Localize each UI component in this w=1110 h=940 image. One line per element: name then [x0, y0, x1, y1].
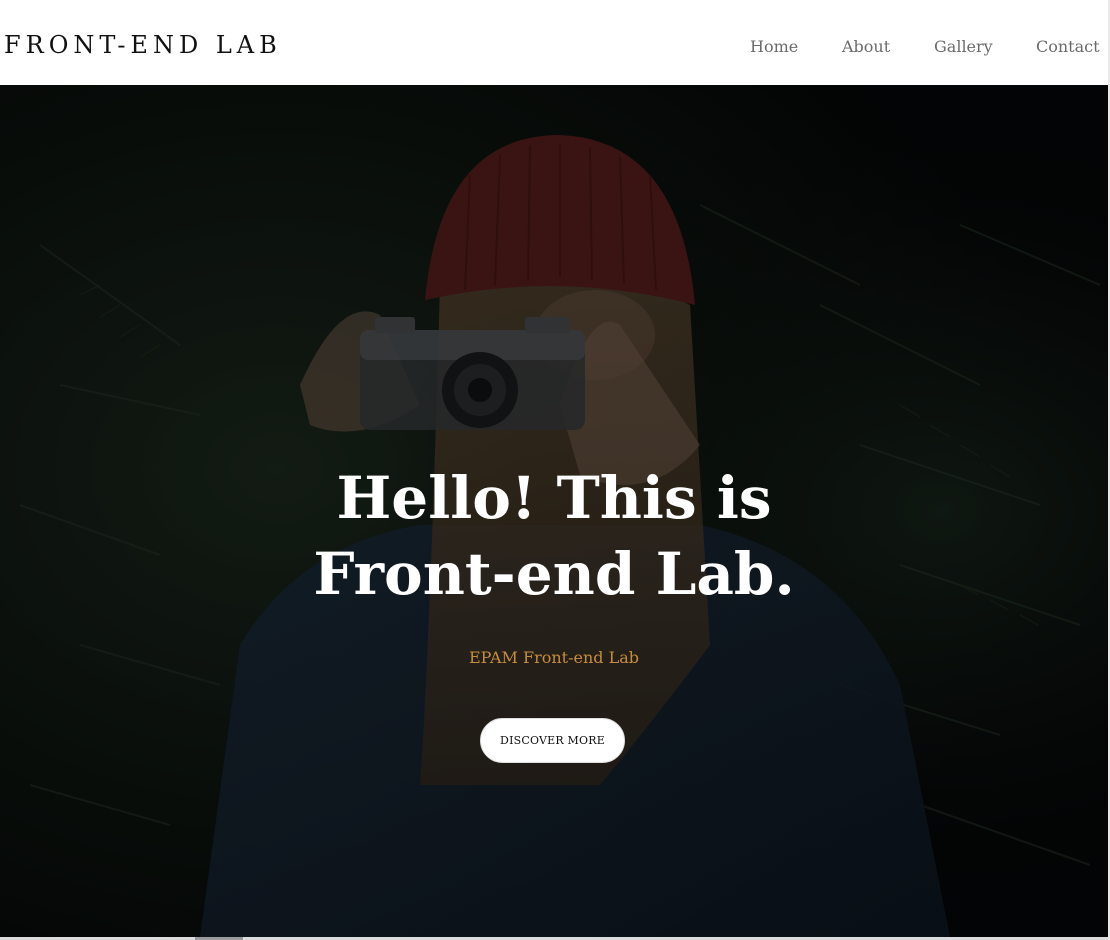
site-logo[interactable]: FRONT-END LAB: [4, 30, 282, 60]
discover-more-button[interactable]: DISCOVER MORE: [480, 718, 625, 763]
nav-about-link[interactable]: About: [842, 34, 890, 60]
hero-subtitle: EPAM Front-end Lab: [468, 648, 640, 667]
hero-title-line-1: Hello! This is: [336, 464, 772, 532]
hero-title: Hello! This is Front-end Lab.: [0, 460, 1108, 612]
page: FRONT-END LAB Home About Gallery Contact: [0, 0, 1110, 940]
site-header: FRONT-END LAB Home About Gallery Contact: [0, 0, 1108, 85]
nav-home-link[interactable]: Home: [750, 34, 798, 60]
hero-title-line-2: Front-end Lab.: [313, 540, 795, 608]
hero-section: Hello! This is Front-end Lab. EPAM Front…: [0, 85, 1108, 937]
nav-gallery-link[interactable]: Gallery: [934, 34, 993, 60]
nav-contact-link[interactable]: Contact: [1036, 34, 1100, 60]
